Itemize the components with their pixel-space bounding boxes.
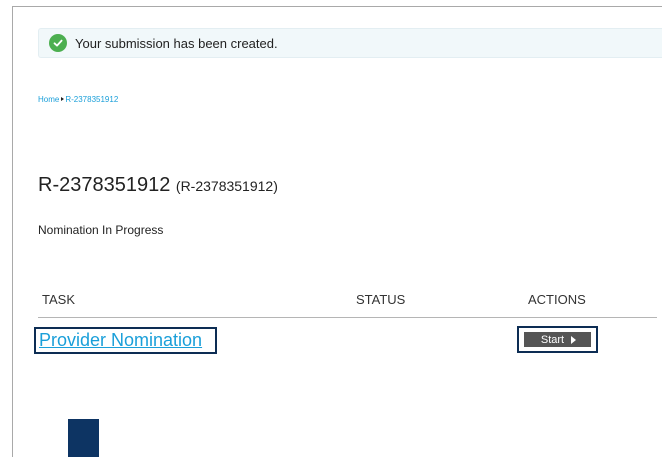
page-title: R-2378351912 (R-2378351912)	[38, 174, 278, 197]
breadcrumb-home-link[interactable]: Home	[38, 95, 59, 104]
check-circle-icon	[49, 34, 67, 52]
provider-nomination-link[interactable]: Provider Nomination	[34, 327, 217, 354]
navy-block	[68, 419, 99, 457]
column-header-task: TASK	[42, 292, 75, 307]
column-header-status: STATUS	[356, 292, 406, 307]
page-title-main: R-2378351912	[38, 174, 171, 196]
column-header-actions: ACTIONS	[528, 292, 586, 307]
start-button-focus-ring: Start	[517, 326, 598, 353]
breadcrumb-current-link[interactable]: R-2378351912	[65, 95, 118, 104]
breadcrumb-separator-icon	[61, 96, 65, 101]
success-alert: Your submission has been created.	[38, 28, 662, 58]
caret-right-icon	[571, 335, 577, 344]
breadcrumb: Home R-2378351912	[38, 95, 118, 104]
page-title-sub: (R-2378351912)	[175, 178, 278, 194]
nomination-status: Nomination In Progress	[38, 223, 164, 237]
alert-message: Your submission has been created.	[75, 35, 278, 51]
start-button[interactable]: Start	[524, 332, 591, 347]
table-header-divider	[38, 317, 657, 318]
start-button-label: Start	[540, 333, 565, 346]
